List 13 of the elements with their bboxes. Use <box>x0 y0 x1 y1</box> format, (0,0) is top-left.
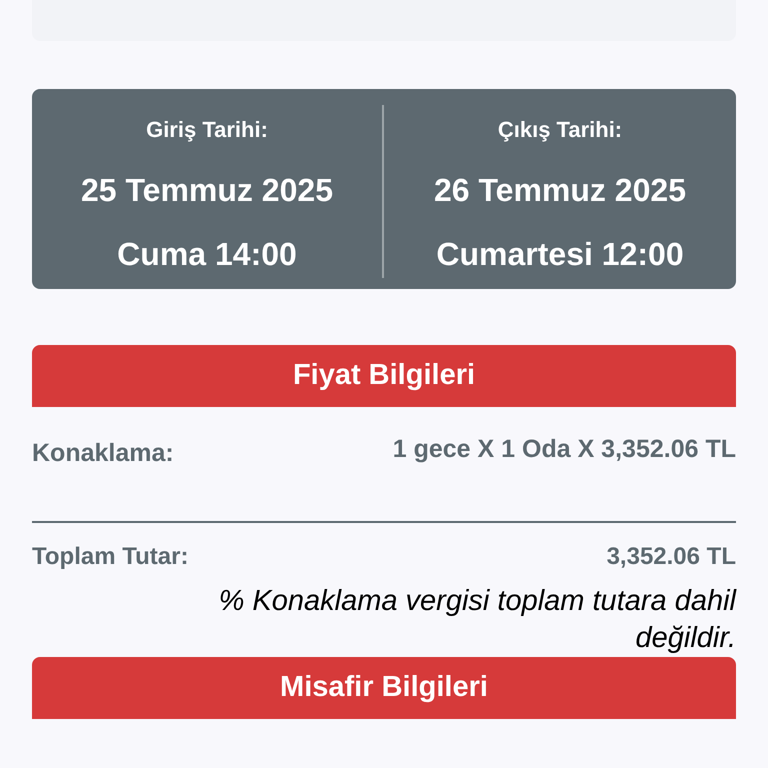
total-value: 3,352.06 TL <box>606 542 736 572</box>
row-label: Konaklama: <box>32 438 174 469</box>
day-time: Cuma 14:00 <box>117 235 297 274</box>
date-value: 26 Temmuz 2025 <box>434 171 686 210</box>
date-label: Çıkış Tarihi: <box>498 116 622 144</box>
section-header: Misafir Bilgileri <box>32 657 736 719</box>
day-time: Cumartesi 12:00 <box>436 235 684 274</box>
date-label: Giriş Tarihi: <box>146 116 268 144</box>
section-header: Fiyat Bilgileri <box>32 345 736 407</box>
date-value: 25 Temmuz 2025 <box>81 171 333 210</box>
tax-note: % Konaklama vergisi toplam tutara dahil değildir. <box>218 584 736 656</box>
row-value: 1 gece X 1 Oda X 3,352.06 TL <box>392 434 736 465</box>
total-label: Toplam Tutar: <box>32 542 188 572</box>
